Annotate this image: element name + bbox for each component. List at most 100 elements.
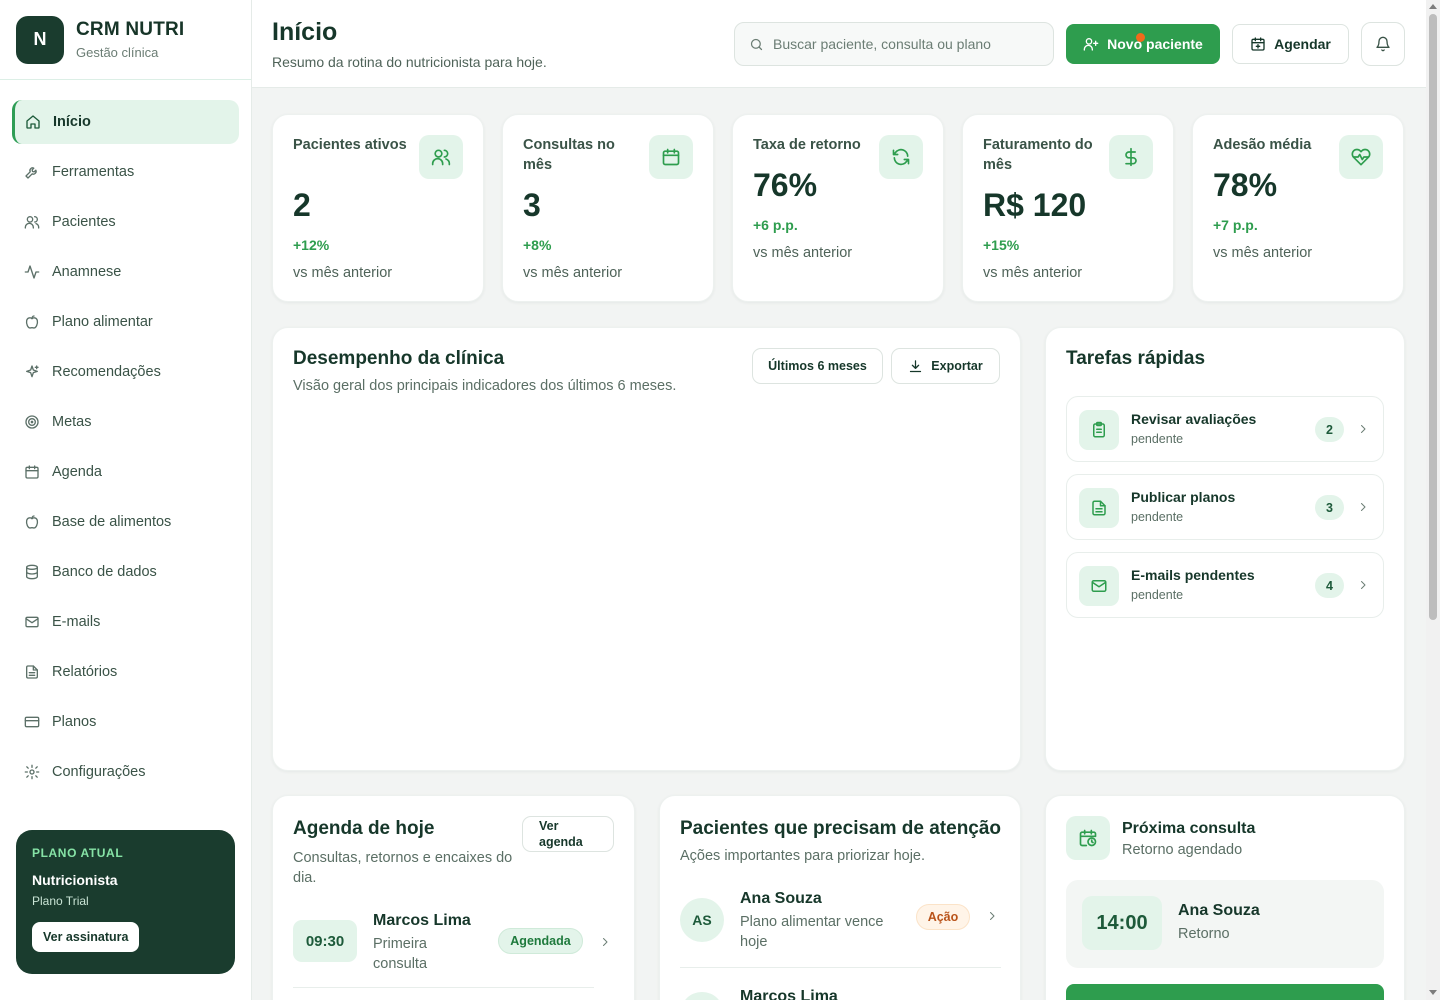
apple-icon bbox=[24, 314, 40, 330]
scroll-down-arrow[interactable] bbox=[1429, 990, 1437, 995]
stat-label: Faturamento do mês bbox=[983, 137, 1093, 173]
next-appointment-panel[interactable]: 14:00 Ana Souza Retorno bbox=[1066, 880, 1384, 968]
stat-icon-box bbox=[1109, 135, 1153, 179]
sidebar-item-agenda[interactable]: Agenda bbox=[12, 450, 239, 494]
attention-row[interactable]: ML Marcos Lima bbox=[680, 984, 1001, 1000]
stat-icon-box bbox=[879, 135, 923, 179]
database-icon bbox=[24, 564, 40, 580]
sidebar: N CRM NUTRI Gestão clínica Início Ferram… bbox=[0, 0, 252, 1000]
plan-tier: Plano Trial bbox=[32, 894, 89, 908]
sidebar-item-label: Relatórios bbox=[52, 664, 118, 680]
task-count-badge: 4 bbox=[1315, 573, 1344, 598]
notifications-button[interactable] bbox=[1361, 22, 1405, 66]
sidebar-item-label: Base de alimentos bbox=[52, 514, 172, 530]
sidebar-nav: Início Ferramentas Pacientes Anamnese Pl… bbox=[0, 80, 251, 794]
chevron-right-icon bbox=[599, 936, 611, 948]
scroll-up-arrow[interactable] bbox=[1429, 4, 1437, 9]
calendar-icon bbox=[661, 147, 681, 167]
sidebar-item-plano-alimentar[interactable]: Plano alimentar bbox=[12, 300, 239, 344]
current-plan-panel: PLANO ATUAL Nutricionista Plano Trial Ve… bbox=[16, 830, 235, 974]
brand-logo[interactable]: N bbox=[16, 15, 64, 64]
sidebar-item-emails[interactable]: E-mails bbox=[12, 600, 239, 644]
sidebar-item-label: Pacientes bbox=[52, 214, 116, 230]
task-review-assessments[interactable]: Revisar avaliações pendente 2 bbox=[1066, 396, 1384, 462]
stat-value: 76% bbox=[753, 167, 818, 203]
users-icon bbox=[431, 147, 451, 167]
search-input[interactable] bbox=[773, 36, 1043, 52]
brand-subtitle: Gestão clínica bbox=[76, 45, 159, 60]
task-pending-emails[interactable]: E-mails pendentes pendente 4 bbox=[1066, 552, 1384, 618]
sidebar-item-anamnese[interactable]: Anamnese bbox=[12, 250, 239, 294]
stat-comparison: vs mês anterior bbox=[523, 265, 623, 281]
sidebar-item-relatorios[interactable]: Relatórios bbox=[12, 650, 239, 694]
apple-icon bbox=[24, 514, 40, 530]
sidebar-item-base-de-alimentos[interactable]: Base de alimentos bbox=[12, 500, 239, 544]
stat-icon-box bbox=[1339, 135, 1383, 179]
card-subtitle: Retorno agendado bbox=[1122, 842, 1243, 858]
next-appointment-type: Retorno bbox=[1178, 926, 1230, 942]
appointment-row[interactable]: 09:30 Marcos Lima Primeira consulta Agen… bbox=[293, 912, 608, 988]
sidebar-item-label: Plano alimentar bbox=[52, 314, 153, 330]
stat-comparison: vs mês anterior bbox=[1213, 245, 1313, 261]
sidebar-item-label: Planos bbox=[52, 714, 97, 730]
patient-name: Ana Souza bbox=[740, 890, 822, 907]
page-scrollbar[interactable] bbox=[1426, 0, 1440, 1000]
stat-change: +7 p.p. bbox=[1213, 217, 1258, 233]
stat-card-monthly-revenue: Faturamento do mês R$ 120 +15% vs mês an… bbox=[962, 114, 1174, 302]
sidebar-item-configuracoes[interactable]: Configurações bbox=[12, 750, 239, 794]
chevron-right-icon bbox=[1357, 423, 1369, 435]
sidebar-item-ferramentas[interactable]: Ferramentas bbox=[12, 150, 239, 194]
mail-icon bbox=[24, 614, 40, 630]
task-title: Publicar planos bbox=[1131, 489, 1236, 505]
register-assessment-button[interactable]: Registrar avaliação bbox=[1066, 984, 1384, 1000]
export-button[interactable]: Exportar bbox=[891, 348, 1000, 384]
sidebar-item-label: Ferramentas bbox=[52, 164, 135, 180]
task-status: pendente bbox=[1131, 588, 1184, 602]
attention-row[interactable]: AS Ana Souza Plano alimentar vence hoje … bbox=[680, 890, 1001, 968]
task-title: E-mails pendentes bbox=[1131, 567, 1255, 583]
clipboard-icon bbox=[1090, 421, 1108, 439]
sidebar-item-metas[interactable]: Metas bbox=[12, 400, 239, 444]
next-patient-name: Ana Souza bbox=[1178, 902, 1260, 919]
calendar-clock-icon bbox=[1078, 828, 1098, 848]
scrollbar-thumb[interactable] bbox=[1429, 14, 1437, 620]
task-publish-plans[interactable]: Publicar planos pendente 3 bbox=[1066, 474, 1384, 540]
avatar: AS bbox=[680, 898, 724, 942]
search-box[interactable] bbox=[734, 22, 1054, 66]
brand: N CRM NUTRI Gestão clínica bbox=[0, 0, 251, 80]
stat-card-monthly-consultations: Consultas no mês 3 +8% vs mês anterior bbox=[502, 114, 714, 302]
sidebar-item-inicio[interactable]: Início bbox=[12, 100, 239, 144]
sidebar-item-recomendacoes[interactable]: Recomendações bbox=[12, 350, 239, 394]
card-title: Tarefas rápidas bbox=[1066, 348, 1206, 369]
stat-card-return-rate: Taxa de retorno 76% +6 p.p. vs mês anter… bbox=[732, 114, 944, 302]
notification-badge bbox=[1136, 33, 1145, 42]
stat-label: Adesão média bbox=[1213, 137, 1312, 153]
sidebar-item-banco-de-dados[interactable]: Banco de dados bbox=[12, 550, 239, 594]
sidebar-item-pacientes[interactable]: Pacientes bbox=[12, 200, 239, 244]
quick-tasks-card: Tarefas rápidas Revisar avaliações pende… bbox=[1045, 327, 1405, 771]
schedule-button[interactable]: Agendar bbox=[1232, 24, 1349, 64]
sidebar-item-planos[interactable]: Planos bbox=[12, 700, 239, 744]
stat-card-active-patients: Pacientes ativos 2 +12% vs mês anterior bbox=[272, 114, 484, 302]
download-icon bbox=[908, 359, 923, 374]
plan-label: PLANO ATUAL bbox=[32, 846, 124, 860]
range-selector-button[interactable]: Últimos 6 meses bbox=[752, 348, 883, 384]
avatar: ML bbox=[680, 992, 724, 1000]
page-subtitle: Resumo da rotina do nutricionista para h… bbox=[272, 54, 547, 70]
card-title: Agenda de hoje bbox=[293, 818, 435, 839]
task-icon-box bbox=[1079, 410, 1119, 450]
users-icon bbox=[24, 214, 40, 230]
file-text-icon bbox=[1090, 499, 1108, 517]
stat-value: R$ 120 bbox=[983, 187, 1087, 223]
refresh-icon bbox=[891, 147, 911, 167]
new-patient-button[interactable]: Novo paciente bbox=[1066, 24, 1220, 64]
card-subtitle: Consultas, retornos e encaixes do dia. bbox=[293, 850, 513, 886]
sidebar-item-label: Anamnese bbox=[52, 264, 122, 280]
stat-value: 3 bbox=[523, 187, 541, 223]
stat-comparison: vs mês anterior bbox=[293, 265, 393, 281]
next-appointment-time: 14:00 bbox=[1082, 896, 1162, 950]
view-subscription-button[interactable]: Ver assinatura bbox=[32, 922, 140, 952]
stat-label: Consultas no mês bbox=[523, 137, 615, 173]
sidebar-item-label: Recomendações bbox=[52, 364, 161, 380]
view-agenda-button[interactable]: Ver agenda bbox=[522, 816, 614, 852]
